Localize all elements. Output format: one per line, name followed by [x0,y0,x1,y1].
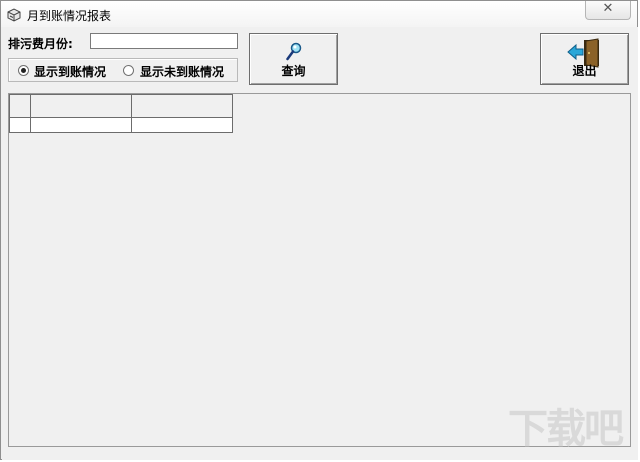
grid-row-header[interactable] [9,117,31,133]
grid-column-header[interactable] [131,94,233,118]
window-title: 月到账情况报表 [27,9,112,23]
client-area: 排污费月份: 显示到账情况 显示未到账情况 查询 退出 下载吧 [2,27,638,460]
magnifier-icon [286,42,302,61]
close-icon: ✕ [602,1,614,16]
radio-show-unreceived[interactable] [123,65,134,76]
exit-button-label: 退出 [572,64,597,78]
grid-table [9,94,233,133]
title-bar[interactable]: 月到账情况报表 ✕ [1,1,637,27]
radio-show-unreceived-label[interactable]: 显示未到账情况 [140,63,224,80]
radio-show-received[interactable] [18,65,29,76]
exit-button[interactable]: 退出 [540,33,629,85]
table-row[interactable] [9,117,233,133]
radio-show-received-label[interactable]: 显示到账情况 [34,63,106,80]
month-label: 排污费月份: [8,37,73,51]
query-button[interactable]: 查询 [249,33,338,85]
grid-column-header[interactable] [30,94,132,118]
grid-corner-cell [9,94,31,118]
grid-cell[interactable] [131,117,233,133]
close-button[interactable]: ✕ [585,1,631,20]
app-icon [7,8,21,22]
query-button-label: 查询 [281,64,306,78]
report-window: 月到账情况报表 ✕ 排污费月份: 显示到账情况 显示未到账情况 查询 退出 下载… [0,0,638,460]
grid-cell[interactable] [30,117,132,133]
watermark-logo: 下载吧 [508,406,624,452]
month-input[interactable] [90,33,238,49]
display-mode-group: 显示到账情况 显示未到账情况 [8,58,238,82]
report-grid[interactable] [8,93,631,447]
grid-header-row [9,94,233,118]
